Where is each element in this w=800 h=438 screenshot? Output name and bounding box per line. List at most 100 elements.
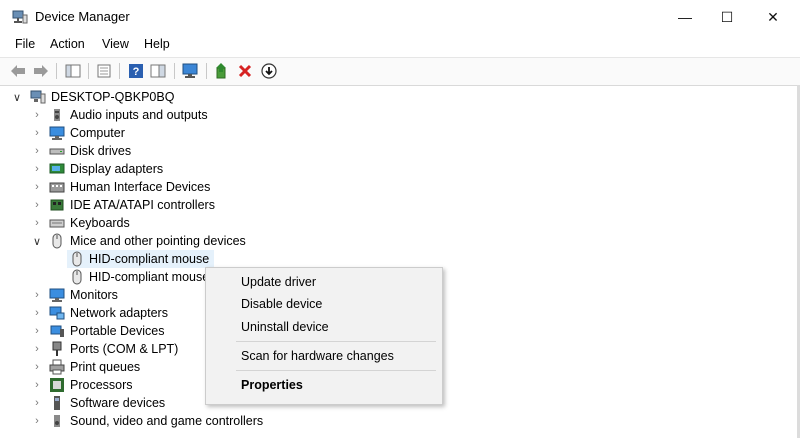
expand-chevron-right-icon[interactable]: › — [31, 305, 43, 321]
toolbar-separator — [56, 63, 57, 79]
expand-chevron-right-icon[interactable]: › — [31, 377, 43, 393]
menu-separator — [236, 370, 436, 371]
menu-file[interactable]: File — [15, 37, 35, 51]
forward-arrow-icon — [34, 65, 48, 77]
tree-device-selected[interactable]: HID-compliant mouse — [0, 250, 600, 268]
speaker-icon — [54, 109, 60, 121]
monitor-scan-icon — [182, 63, 198, 78]
window-title: Device Manager — [35, 9, 130, 24]
tree-category[interactable]: › Display adapters — [0, 160, 600, 178]
minimize-button[interactable]: — — [662, 0, 708, 34]
ide-controller-icon — [50, 199, 64, 211]
back-arrow-icon — [11, 65, 25, 77]
update-driver-button[interactable] — [212, 62, 232, 80]
device-manager-icon — [12, 10, 28, 24]
tree-root-label: DESKTOP-QBKP0BQ — [51, 90, 175, 104]
expand-chevron-right-icon[interactable]: › — [31, 287, 43, 303]
toolbar-separator — [119, 63, 120, 79]
category-label: Monitors — [70, 288, 118, 302]
update-driver-icon — [216, 63, 226, 79]
forward-button[interactable] — [31, 62, 51, 80]
menu-item-disable-device[interactable]: Disable device — [241, 297, 322, 311]
menu-item-scan-hardware[interactable]: Scan for hardware changes — [241, 349, 394, 363]
menu-separator — [236, 341, 436, 342]
expand-chevron-right-icon[interactable]: › — [31, 395, 43, 411]
action-pane-icon — [150, 64, 166, 78]
tree-category[interactable]: › Audio inputs and outputs — [0, 106, 600, 124]
expand-chevron-right-icon[interactable]: › — [31, 161, 43, 177]
toolbar: ? — [0, 57, 800, 86]
menu-action[interactable]: Action — [50, 37, 85, 51]
toolbar-separator — [174, 63, 175, 79]
help-icon: ? — [129, 64, 143, 78]
computer-icon — [30, 90, 46, 104]
uninstall-device-button[interactable] — [235, 62, 255, 80]
menu-help[interactable]: Help — [144, 37, 170, 51]
mouse-icon — [52, 233, 62, 249]
software-device-icon — [54, 396, 60, 410]
port-icon — [52, 341, 62, 356]
tree-category[interactable]: › Sound, video and game controllers — [0, 412, 600, 430]
expand-chevron-right-icon[interactable]: › — [31, 215, 43, 231]
expand-chevron-right-icon[interactable]: › — [31, 107, 43, 123]
network-adapter-icon — [49, 306, 65, 320]
tree-category[interactable]: › Disk drives — [0, 142, 600, 160]
category-label: Network adapters — [70, 306, 168, 320]
category-label: Display adapters — [70, 162, 164, 176]
maximize-button[interactable]: ☐ — [704, 0, 750, 34]
expand-chevron-right-icon[interactable]: › — [31, 179, 43, 195]
enable-device-button[interactable] — [259, 62, 279, 80]
scan-hardware-button[interactable] — [181, 62, 201, 80]
sound-controller-icon — [54, 415, 60, 427]
category-label: Sound, video and game controllers — [70, 414, 264, 428]
monitor-icon — [49, 126, 65, 140]
expand-chevron-right-icon[interactable]: › — [31, 359, 43, 375]
title-bar: Device Manager — ☐ ✕ — [0, 0, 800, 34]
expand-chevron-right-icon[interactable]: › — [31, 341, 43, 357]
show-hide-console-tree-button[interactable] — [63, 62, 83, 80]
help-button[interactable]: ? — [126, 62, 146, 80]
category-label: IDE ATA/ATAPI controllers — [70, 198, 215, 212]
back-button[interactable] — [8, 62, 28, 80]
tree-category[interactable]: › Computer — [0, 124, 600, 142]
category-label: Keyboards — [70, 216, 130, 230]
download-circle-icon — [261, 63, 277, 79]
menu-item-properties[interactable]: Properties — [241, 378, 303, 392]
menu-item-uninstall-device[interactable]: Uninstall device — [241, 320, 329, 334]
category-label: Processors — [70, 378, 133, 392]
hid-icon — [49, 182, 65, 193]
properties-toolbar-button[interactable] — [94, 62, 114, 80]
expand-chevron-down-icon[interactable]: ∨ — [11, 89, 23, 105]
display-adapter-icon — [49, 163, 65, 174]
expand-chevron-right-icon[interactable]: › — [31, 197, 43, 213]
close-button[interactable]: ✕ — [750, 0, 796, 34]
expand-chevron-right-icon[interactable]: › — [31, 143, 43, 159]
context-menu: Update driver Disable device Uninstall d… — [205, 267, 443, 405]
toolbar-separator — [88, 63, 89, 79]
category-label: Audio inputs and outputs — [70, 108, 208, 122]
expand-chevron-right-icon[interactable]: › — [31, 125, 43, 141]
device-label: HID-compliant mouse — [89, 270, 210, 284]
monitor-icon — [49, 288, 65, 302]
tree-category[interactable]: › IDE ATA/ATAPI controllers — [0, 196, 600, 214]
tree-category[interactable]: › Keyboards — [0, 214, 600, 232]
expand-chevron-right-icon[interactable]: › — [31, 323, 43, 339]
mouse-icon — [72, 251, 82, 267]
console-tree-icon — [65, 64, 81, 78]
tree-root[interactable]: ∨ DESKTOP-QBKP0BQ — [0, 88, 600, 106]
category-label: Print queues — [70, 360, 141, 374]
expand-chevron-right-icon[interactable]: › — [31, 413, 43, 429]
category-label: Ports (COM & LPT) — [70, 342, 179, 356]
expand-chevron-down-icon[interactable]: ∨ — [31, 233, 43, 249]
mouse-icon — [72, 269, 82, 285]
delete-x-icon — [238, 64, 252, 78]
menu-view[interactable]: View — [102, 37, 129, 51]
properties-icon — [97, 64, 111, 78]
processor-icon — [50, 378, 64, 392]
action-pane-button[interactable] — [148, 62, 168, 80]
category-label: Portable Devices — [70, 324, 165, 338]
menu-item-update-driver[interactable]: Update driver — [241, 275, 316, 289]
tree-category[interactable]: ∨ Mice and other pointing devices — [0, 232, 600, 250]
category-label: Disk drives — [70, 144, 132, 158]
tree-category[interactable]: › Human Interface Devices — [0, 178, 600, 196]
